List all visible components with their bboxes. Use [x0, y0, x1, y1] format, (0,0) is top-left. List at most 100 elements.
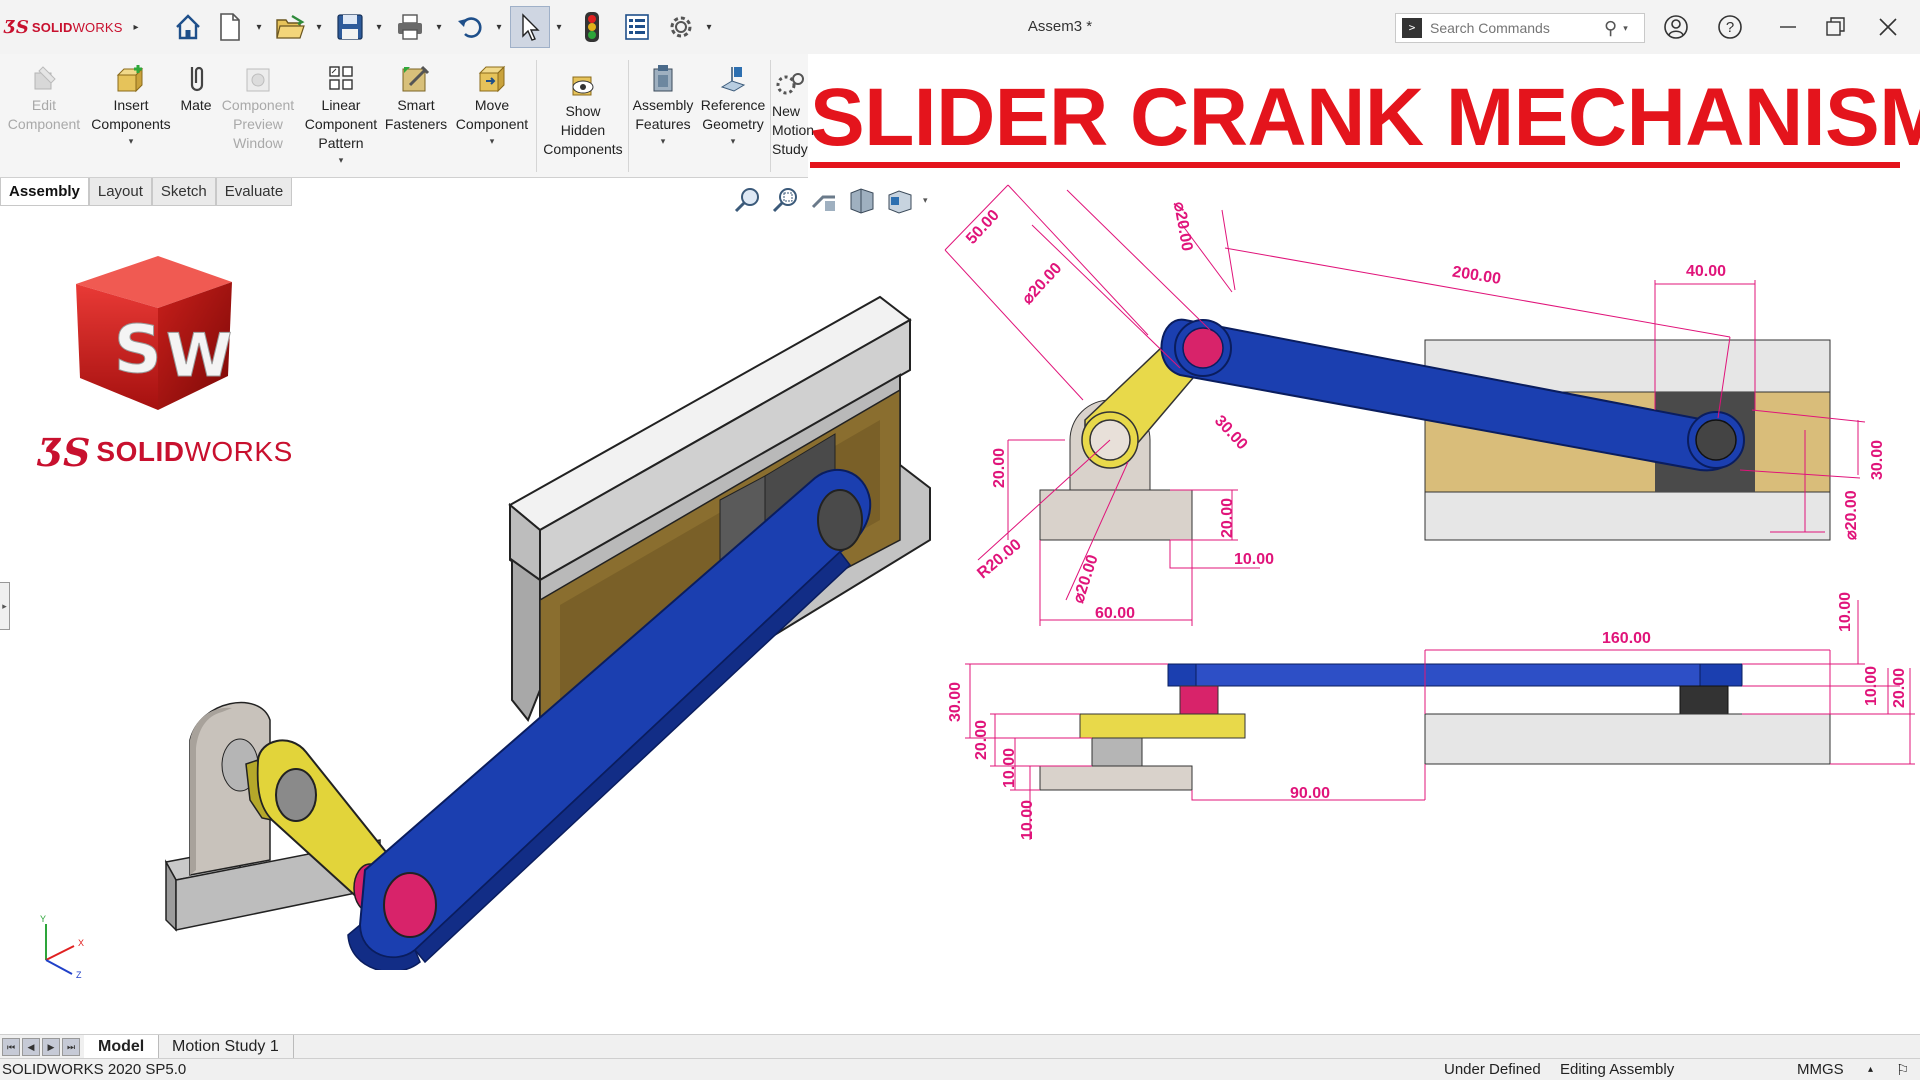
- separator: [536, 60, 537, 172]
- insert-components-button[interactable]: Insert Components ▾: [86, 62, 176, 147]
- select-dropdown-icon[interactable]: ▾: [553, 22, 565, 34]
- status-bar: SOLIDWORKS 2020 SP5.0 Under Defined Edit…: [0, 1058, 1920, 1080]
- dimension-label: 200.00: [1451, 264, 1502, 288]
- version-text: SOLIDWORKS 2020 SP5.0: [2, 1061, 187, 1078]
- definition-status: Under Defined: [1444, 1061, 1541, 1078]
- previous-view-icon[interactable]: [809, 185, 839, 215]
- minimize-icon[interactable]: [1768, 10, 1808, 44]
- dimension-label: ⌀20.00: [1070, 553, 1102, 606]
- close-icon[interactable]: [1868, 10, 1908, 44]
- undo-dropdown-icon[interactable]: ▾: [493, 22, 505, 34]
- zoom-to-area-icon[interactable]: [771, 185, 801, 215]
- command-manager-tabs: Assembly Layout Sketch Evaluate: [0, 178, 293, 206]
- search-input[interactable]: [1430, 20, 1600, 36]
- dimension-label: 60.00: [1095, 605, 1135, 622]
- solidworks-logo[interactable]: ƷS SOLIDWORKS: [4, 14, 123, 40]
- print-dropdown-icon[interactable]: ▾: [433, 22, 445, 34]
- linear-pattern-icon: [324, 62, 358, 96]
- file-properties-icon[interactable]: [617, 6, 657, 48]
- search-dropdown-icon[interactable]: ▾: [1623, 23, 1628, 34]
- reference-geometry-dropdown-icon[interactable]: ▾: [731, 136, 736, 147]
- dimension-label: ⌀20.00: [1019, 260, 1065, 308]
- save-icon[interactable]: [330, 6, 370, 48]
- options-icon[interactable]: [661, 6, 701, 48]
- previous-tab-icon[interactable]: ◀: [22, 1038, 40, 1056]
- dimension-label: 10.00: [1863, 666, 1880, 706]
- dimension-label: 40.00: [1686, 263, 1726, 280]
- feature-manager-expand-handle[interactable]: ▸: [0, 582, 10, 630]
- view-orientation-icon[interactable]: [885, 185, 915, 215]
- search-icon[interactable]: ⚲: [1604, 18, 1617, 39]
- options-dropdown-icon[interactable]: ▾: [703, 22, 715, 34]
- insert-components-icon: [114, 62, 148, 96]
- dimension-label: 20.00: [1891, 668, 1908, 708]
- help-icon[interactable]: ?: [1710, 10, 1750, 44]
- select-icon[interactable]: [510, 6, 550, 48]
- move-component-icon: [475, 62, 509, 96]
- insert-components-dropdown-icon[interactable]: ▾: [129, 136, 134, 147]
- open-dropdown-icon[interactable]: ▾: [313, 22, 325, 34]
- front-view: [1039, 318, 1831, 541]
- home-icon[interactable]: [168, 6, 208, 48]
- open-icon[interactable]: [270, 6, 310, 48]
- editing-mode: Editing Assembly: [1560, 1061, 1675, 1078]
- dimension-label: 160.00: [1602, 630, 1651, 647]
- tab-scroll-arrows: ⏮ ◀ ▶ ⏭: [2, 1038, 80, 1056]
- print-icon[interactable]: [390, 6, 430, 48]
- dimension-label: 20.00: [1219, 498, 1236, 538]
- save-dropdown-icon[interactable]: ▾: [373, 22, 385, 34]
- first-tab-icon[interactable]: ⏮: [2, 1038, 20, 1056]
- triad-x-label: X: [78, 938, 84, 948]
- dimension-label: 10.00: [1837, 592, 1854, 632]
- logo-text-bold: SOLID: [31, 19, 73, 35]
- tab-layout[interactable]: Layout: [88, 178, 152, 206]
- linear-component-pattern-button[interactable]: Linear Component Pattern ▾: [300, 62, 382, 166]
- user-icon[interactable]: [1656, 10, 1696, 44]
- move-component-dropdown-icon[interactable]: ▾: [490, 136, 495, 147]
- solidworks-window: ƷS SOLIDWORKS ▸ ▾ ▾ ▾ ▾ ▾ ▾ ▾ Assem3 * >…: [0, 0, 1920, 1080]
- units-up-arrow-icon[interactable]: ▴: [1868, 1064, 1873, 1075]
- overlay-title: SLIDER CRANK MECHANISM: [810, 72, 1920, 168]
- dimension-label: 20.00: [991, 448, 1008, 488]
- undo-icon[interactable]: [450, 6, 490, 48]
- smart-fasteners-button[interactable]: Smart Fasteners: [382, 62, 450, 134]
- assembly-features-dropdown-icon[interactable]: ▾: [661, 136, 666, 147]
- restore-icon[interactable]: [1816, 10, 1856, 44]
- dimension-label: 50.00: [963, 207, 1003, 248]
- new-document-icon[interactable]: [210, 6, 250, 48]
- dimension-label: 20.00: [973, 720, 990, 760]
- rebuild-icon[interactable]: [572, 6, 612, 48]
- move-component-button[interactable]: Move Component ▾: [450, 62, 534, 147]
- bottom-tab-bar: ⏮ ◀ ▶ ⏭ Model Motion Study 1: [0, 1034, 1920, 1059]
- reference-geometry-button[interactable]: Reference Geometry ▾: [698, 62, 768, 147]
- search-commands-box[interactable]: > ⚲ ▾: [1395, 13, 1645, 43]
- logo-flyout-icon[interactable]: ▸: [130, 22, 142, 34]
- dimension-label: 30.00: [1211, 412, 1251, 453]
- linear-pattern-dropdown-icon[interactable]: ▾: [339, 155, 344, 166]
- assembly-features-button[interactable]: Assembly Features ▾: [628, 62, 698, 147]
- view-orientation-dropdown-icon[interactable]: ▾: [923, 195, 928, 206]
- mate-button[interactable]: Mate: [176, 62, 216, 115]
- separator: [770, 60, 771, 172]
- status-tooltip-icon[interactable]: ⚐: [1896, 1061, 1909, 1079]
- ds-logo-mark: ƷS: [4, 16, 29, 38]
- tab-sketch[interactable]: Sketch: [151, 178, 216, 206]
- component-preview-window-button[interactable]: Component Preview Window: [218, 62, 298, 153]
- tab-motion-study-1[interactable]: Motion Study 1: [158, 1035, 294, 1059]
- new-dropdown-icon[interactable]: ▾: [253, 22, 265, 34]
- tab-assembly[interactable]: Assembly: [0, 178, 89, 206]
- show-hidden-components-button[interactable]: Show Hidden Components: [538, 68, 628, 159]
- slider-crank-3d-model[interactable]: [150, 290, 950, 970]
- mate-icon: [179, 62, 213, 96]
- component-preview-icon: [241, 62, 275, 96]
- zoom-to-fit-icon[interactable]: [733, 185, 763, 215]
- last-tab-icon[interactable]: ⏭: [62, 1038, 80, 1056]
- section-view-icon[interactable]: [847, 185, 877, 215]
- unit-system-selector[interactable]: MMGS: [1797, 1061, 1844, 1078]
- tab-model[interactable]: Model: [84, 1035, 160, 1059]
- dimension-label: 30.00: [1869, 440, 1886, 480]
- tab-evaluate[interactable]: Evaluate: [215, 178, 293, 206]
- show-hidden-icon: [566, 68, 600, 102]
- edit-component-button[interactable]: Edit Component: [6, 62, 82, 134]
- next-tab-icon[interactable]: ▶: [42, 1038, 60, 1056]
